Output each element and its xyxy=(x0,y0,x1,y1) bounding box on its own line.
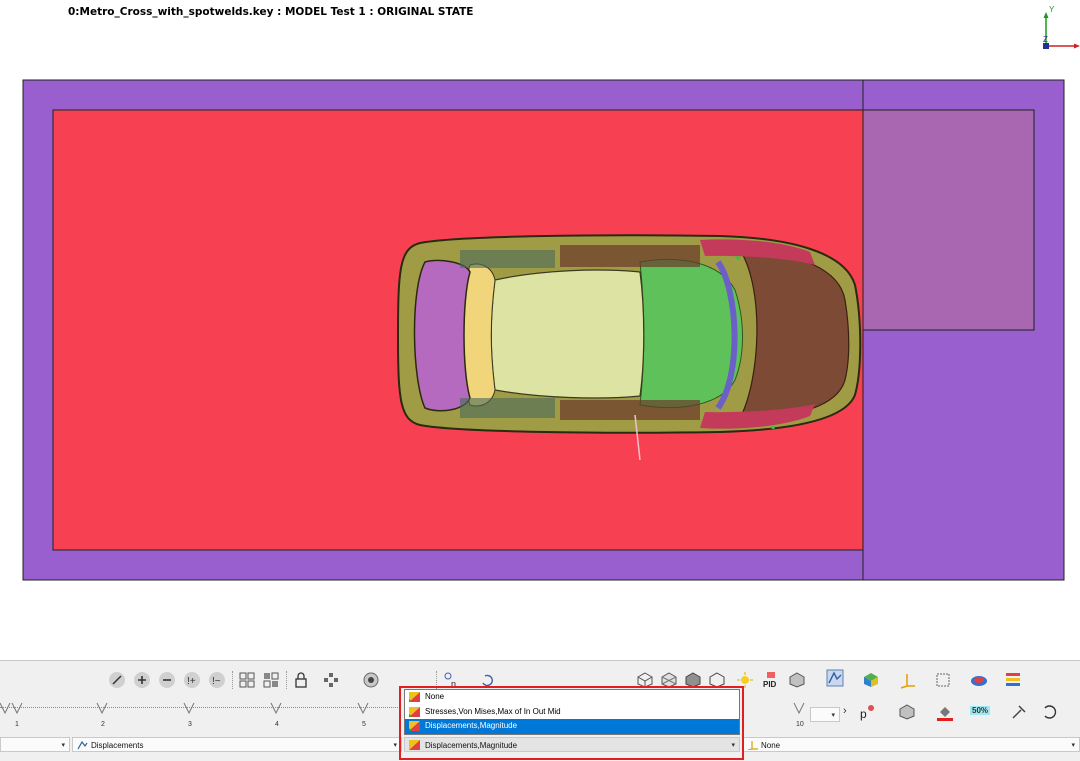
result-component-combo[interactable]: Displacements,Magnitude ▾ xyxy=(404,737,740,752)
next-frame-icon[interactable]: › xyxy=(843,705,847,717)
svg-text:PID: PID xyxy=(763,680,777,689)
grid-view-icon[interactable] xyxy=(238,671,256,689)
rotate-icon[interactable] xyxy=(478,671,496,689)
result-component-value: Displacements,Magnitude xyxy=(425,741,518,750)
timeline-tick: 3 xyxy=(188,721,192,728)
clip-plane-icon[interactable] xyxy=(934,671,952,689)
part-icon[interactable] xyxy=(898,703,916,721)
dropdown-option-none[interactable]: None xyxy=(405,690,739,705)
zoom-in-icon[interactable] xyxy=(133,671,151,689)
svg-text:n: n xyxy=(451,679,456,689)
legend-icon[interactable] xyxy=(1004,671,1022,689)
undo-icon[interactable] xyxy=(1040,703,1058,721)
dropdown-option-displacements[interactable]: Displacements,Magnitude xyxy=(405,719,739,734)
car-model[interactable] xyxy=(396,234,862,461)
vector-value: None xyxy=(761,741,781,750)
deselect-icon[interactable]: !− xyxy=(208,671,226,689)
axis-icon xyxy=(747,741,758,750)
select-add-icon[interactable]: !+ xyxy=(183,671,201,689)
fill-icon[interactable] xyxy=(936,703,954,721)
fringe-icon xyxy=(409,692,420,702)
load-case-combo[interactable]: ▾ xyxy=(0,737,70,752)
result-component-dropdown-list[interactable]: None Stresses,Von Mises,Max of In Out Mi… xyxy=(404,689,740,735)
fringe-icon[interactable] xyxy=(826,669,844,687)
node-pick-icon[interactable] xyxy=(322,671,340,689)
zoom-out-icon[interactable] xyxy=(158,671,176,689)
lock-icon[interactable] xyxy=(292,671,310,689)
light-icon[interactable] xyxy=(736,671,754,689)
element-pick-icon[interactable] xyxy=(362,671,380,689)
result-type-combo[interactable]: Displacements ▾ xyxy=(72,737,402,752)
result-type-value: Displacements xyxy=(91,741,144,750)
fringe-icon xyxy=(409,721,420,731)
frame-stepper[interactable]: ▾ xyxy=(810,707,840,722)
outline-icon[interactable] xyxy=(708,671,726,689)
side-panel xyxy=(862,109,1035,331)
timeline-tick: 10 xyxy=(796,721,804,728)
contour-icon[interactable] xyxy=(970,671,988,689)
timeline-marker-end[interactable] xyxy=(790,701,810,721)
model-viewport[interactable] xyxy=(0,0,1080,640)
iso-view-icon[interactable] xyxy=(636,671,654,689)
timeline-markers[interactable] xyxy=(0,701,400,721)
dropdown-option-stresses[interactable]: Stresses,Von Mises,Max of In Out Mid xyxy=(405,705,739,720)
grid-view-alt-icon[interactable] xyxy=(262,671,280,689)
transparency-icon[interactable]: 50% xyxy=(970,706,991,715)
line-icon[interactable] xyxy=(108,671,126,689)
p-icon[interactable]: p xyxy=(858,703,876,721)
svg-text:!+: !+ xyxy=(187,676,196,687)
probe-icon[interactable]: n xyxy=(442,671,460,689)
svg-text:!−: !− xyxy=(212,676,221,687)
color-cube-icon[interactable] xyxy=(862,671,880,689)
timeline-tick: 2 xyxy=(101,721,105,728)
wireframe-icon[interactable] xyxy=(660,671,678,689)
vector-combo[interactable]: None ▾ xyxy=(742,737,1080,752)
part-color-icon[interactable] xyxy=(788,671,806,689)
timeline-tick: 1 xyxy=(15,721,19,728)
pin-icon[interactable] xyxy=(1010,703,1028,721)
timeline-tick: 5 xyxy=(362,721,366,728)
displacement-icon xyxy=(77,740,88,750)
pid-icon[interactable]: PID xyxy=(762,671,780,689)
svg-text:p: p xyxy=(860,707,867,721)
shaded-icon[interactable] xyxy=(684,671,702,689)
axis-icon[interactable] xyxy=(898,671,916,689)
fringe-icon xyxy=(409,706,420,717)
timeline-tick: 4 xyxy=(275,721,279,728)
fringe-icon xyxy=(409,740,420,750)
